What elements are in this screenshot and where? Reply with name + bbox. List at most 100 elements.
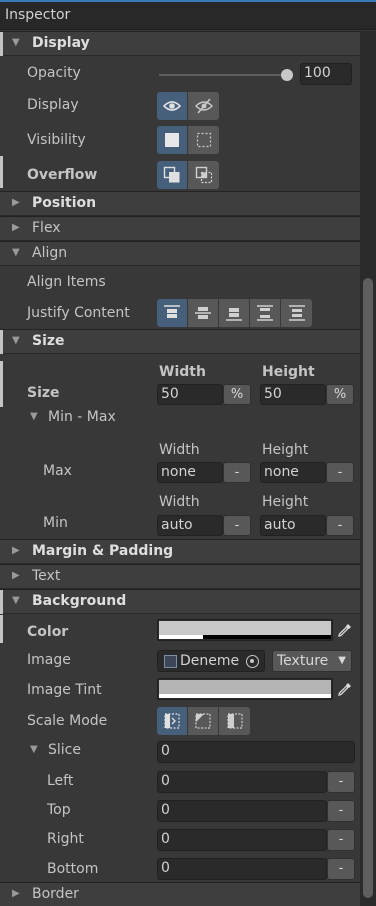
minmax-foldout-label[interactable]: Min - Max <box>48 409 116 425</box>
size-height-input[interactable]: 50 <box>260 384 326 405</box>
size-width-input[interactable]: 50 <box>157 384 223 405</box>
max-width-header: Width <box>159 442 200 458</box>
overflow-visible-icon <box>163 166 180 183</box>
justify-center-button[interactable] <box>188 299 219 327</box>
section-background-label: Background <box>32 593 127 609</box>
section-margin-padding-header[interactable]: ▶ Margin & Padding <box>0 539 360 564</box>
min-width-unit-button[interactable]: - <box>223 515 251 536</box>
slice-left-input[interactable]: 0 <box>157 771 327 793</box>
overflow-visible-button[interactable] <box>157 161 188 189</box>
eye-icon <box>163 101 181 111</box>
scale-mode-crop-button[interactable] <box>188 707 219 735</box>
display-label: Display <box>27 97 79 113</box>
justify-space-around-button[interactable] <box>281 299 312 327</box>
texture-icon <box>164 655 177 668</box>
size-accent <box>0 361 3 407</box>
overflow-accent <box>0 156 3 188</box>
section-text-header[interactable]: ▶ Text <box>0 564 360 589</box>
image-tint-field[interactable] <box>157 678 333 700</box>
max-width-unit-button[interactable]: - <box>223 462 251 483</box>
slice-bottom-unit-button[interactable]: - <box>327 858 355 880</box>
slice-input[interactable]: 0 <box>157 741 355 763</box>
size-width-header: Width <box>159 364 206 380</box>
justify-space-between-button[interactable] <box>250 299 281 327</box>
max-width-input[interactable]: none <box>157 462 223 483</box>
section-border-label: Border <box>32 886 79 902</box>
scale-mode-fit-button[interactable] <box>219 707 250 735</box>
image-tint-swatch <box>159 680 331 694</box>
justify-flex-start-button[interactable] <box>157 299 188 327</box>
align-items-label: Align Items <box>27 274 106 290</box>
eye-off-icon <box>194 98 213 114</box>
background-color-label: Color <box>27 624 69 640</box>
min-height-unit-button[interactable]: - <box>326 515 354 536</box>
section-text-label: Text <box>32 568 61 584</box>
slice-bottom-input[interactable]: 0 <box>157 858 327 880</box>
display-hidden-button[interactable] <box>188 92 219 120</box>
slice-right-unit-button[interactable]: - <box>327 829 355 851</box>
collapsed-arrow-icon: ▶ <box>12 545 20 556</box>
solid-square-icon <box>165 133 179 147</box>
collapsed-arrow-icon: ▶ <box>12 222 20 233</box>
scale-mode-toggle-group <box>157 707 250 735</box>
slice-top-unit-button[interactable]: - <box>327 800 355 822</box>
dashed-square-icon <box>196 132 211 148</box>
section-flex-header[interactable]: ▶ Flex <box>0 216 360 241</box>
display-visible-button[interactable] <box>157 92 188 120</box>
expanded-arrow-icon: ▼ <box>12 247 20 258</box>
visibility-visible-button[interactable] <box>157 126 188 154</box>
slice-top-input[interactable]: 0 <box>157 800 327 822</box>
overflow-hidden-icon <box>195 166 212 184</box>
max-height-input[interactable]: none <box>260 462 326 483</box>
slice-left-unit-button[interactable]: - <box>327 771 355 793</box>
background-color-field[interactable] <box>157 619 333 641</box>
object-picker-icon[interactable] <box>246 655 259 668</box>
opacity-label: Opacity <box>27 65 81 81</box>
slice-label[interactable]: Slice <box>48 742 81 758</box>
scale-mode-stretch-button[interactable] <box>157 707 188 735</box>
section-accent <box>0 330 3 354</box>
section-size-label: Size <box>32 333 65 349</box>
overflow-hidden-button[interactable] <box>188 161 219 189</box>
inspector-tab[interactable]: Inspector <box>0 2 376 30</box>
eyedropper-icon <box>338 624 351 637</box>
min-width-input[interactable]: auto <box>157 515 223 536</box>
background-color-picker-button[interactable] <box>335 620 355 640</box>
image-object-field[interactable]: Deneme <box>157 650 265 672</box>
expanded-arrow-icon: ▼ <box>12 335 20 346</box>
opacity-slider-handle[interactable] <box>281 69 293 81</box>
dropdown-arrow-icon: ▼ <box>338 655 346 666</box>
slice-left-label: Left <box>47 773 74 789</box>
size-height-unit-button[interactable]: % <box>326 384 354 405</box>
image-tint-picker-button[interactable] <box>335 679 355 699</box>
background-color-alpha-remainder <box>203 635 331 639</box>
max-height-unit-button[interactable]: - <box>326 462 354 483</box>
background-color-alpha-bar <box>159 635 203 639</box>
minmax-arrow-icon[interactable]: ▼ <box>30 411 38 422</box>
min-height-input[interactable]: auto <box>260 515 326 536</box>
collapsed-arrow-icon: ▶ <box>12 888 20 899</box>
visibility-hidden-button[interactable] <box>188 126 219 154</box>
size-label: Size <box>27 385 60 401</box>
section-display-header[interactable]: ▼ Display <box>0 31 360 56</box>
section-accent <box>0 590 3 614</box>
justify-end-icon <box>226 308 242 321</box>
size-width-unit-button[interactable]: % <box>223 384 251 405</box>
section-align-header[interactable]: ▼ Align <box>0 241 360 266</box>
scrollbar-thumb[interactable] <box>363 278 373 898</box>
opacity-input[interactable]: 100 <box>300 63 352 85</box>
image-tint-label: Image Tint <box>27 682 102 698</box>
justify-flex-end-button[interactable] <box>219 299 250 327</box>
slice-right-input[interactable]: 0 <box>157 829 327 851</box>
image-type-dropdown[interactable]: Texture ▼ <box>272 650 352 672</box>
justify-center-icon <box>195 307 211 319</box>
slice-top-label: Top <box>47 802 71 818</box>
eyedropper-icon <box>338 683 351 696</box>
section-position-header[interactable]: ▶ Position <box>0 191 360 216</box>
color-accent <box>0 615 3 643</box>
slice-arrow-icon[interactable]: ▼ <box>30 744 38 755</box>
section-size-header[interactable]: ▼ Size <box>0 329 360 354</box>
section-border-header[interactable]: ▶ Border <box>0 882 360 906</box>
section-background-header[interactable]: ▼ Background <box>0 589 360 614</box>
opacity-slider-track[interactable] <box>159 74 287 76</box>
